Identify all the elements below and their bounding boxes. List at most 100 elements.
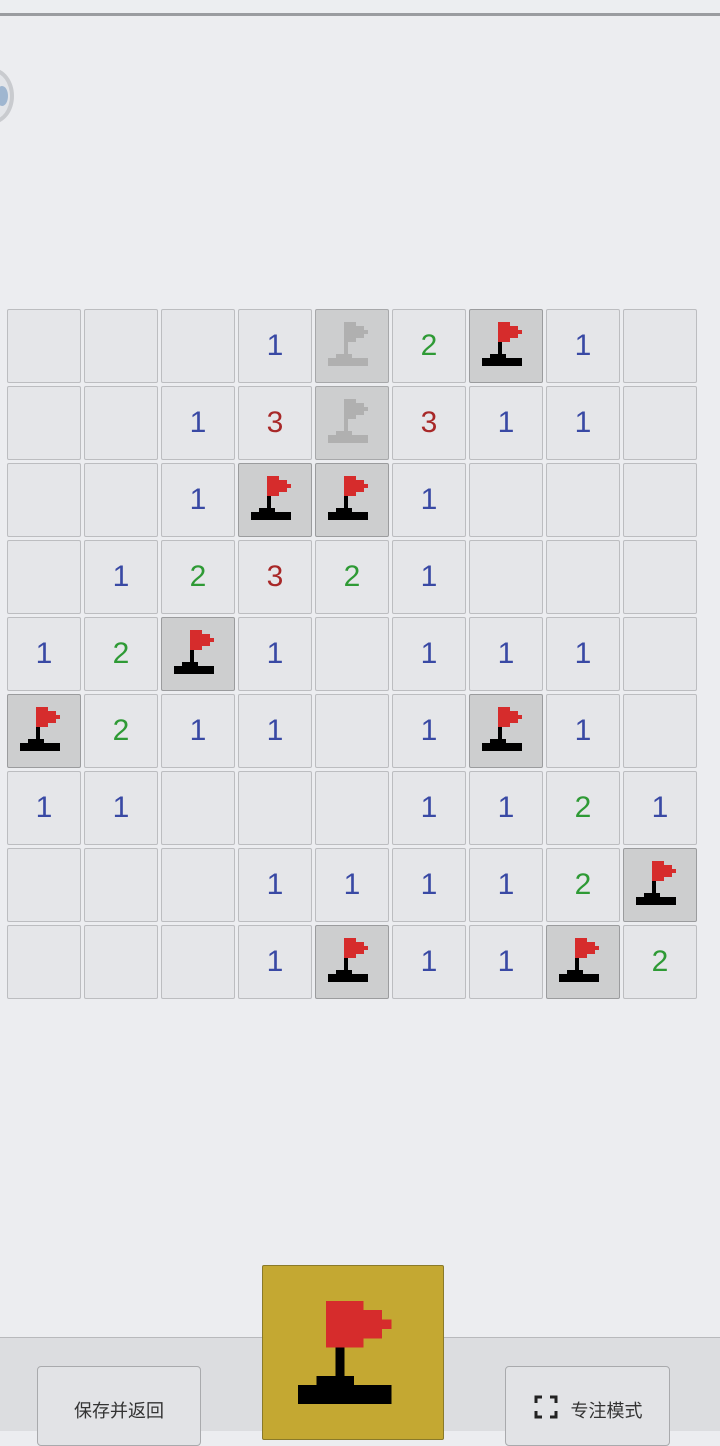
cell-number[interactable]: 3 bbox=[238, 540, 312, 614]
cell-empty[interactable] bbox=[7, 309, 81, 383]
cell-flagged[interactable] bbox=[623, 848, 697, 922]
cell-empty[interactable] bbox=[315, 617, 389, 691]
flag-icon bbox=[328, 938, 368, 982]
cell-empty[interactable] bbox=[546, 463, 620, 537]
cell-flag-hint[interactable] bbox=[315, 309, 389, 383]
cell-number[interactable]: 1 bbox=[161, 694, 235, 768]
cell-empty[interactable] bbox=[546, 540, 620, 614]
cell-number[interactable]: 1 bbox=[546, 386, 620, 460]
cell-empty[interactable] bbox=[84, 463, 158, 537]
cell-flagged[interactable] bbox=[469, 309, 543, 383]
save-and-return-button[interactable]: 保存并返回 bbox=[37, 1366, 201, 1446]
cell-empty[interactable] bbox=[315, 771, 389, 845]
top-bar bbox=[0, 0, 720, 16]
flag-mode-button[interactable] bbox=[262, 1265, 444, 1440]
flag-icon bbox=[251, 476, 291, 520]
cell-flagged[interactable] bbox=[315, 463, 389, 537]
cell-number[interactable]: 1 bbox=[238, 848, 312, 922]
cell-empty[interactable] bbox=[7, 925, 81, 999]
cell-number[interactable]: 1 bbox=[623, 771, 697, 845]
cell-number[interactable]: 1 bbox=[392, 771, 466, 845]
focus-mode-button[interactable]: 专注模式 bbox=[505, 1366, 670, 1446]
cell-empty[interactable] bbox=[238, 771, 312, 845]
cell-number[interactable]: 1 bbox=[238, 617, 312, 691]
cell-empty[interactable] bbox=[161, 309, 235, 383]
cell-number[interactable]: 1 bbox=[392, 848, 466, 922]
cell-number[interactable]: 1 bbox=[7, 617, 81, 691]
cell-number[interactable]: 1 bbox=[546, 694, 620, 768]
fullscreen-icon bbox=[534, 1395, 557, 1419]
cell-number[interactable]: 1 bbox=[392, 463, 466, 537]
cell-flagged[interactable] bbox=[315, 925, 389, 999]
flag-hint-icon bbox=[328, 322, 368, 366]
cell-empty[interactable] bbox=[161, 925, 235, 999]
side-dial-icon[interactable] bbox=[0, 68, 14, 124]
cell-number[interactable]: 2 bbox=[84, 694, 158, 768]
flag-icon bbox=[328, 476, 368, 520]
cell-empty[interactable] bbox=[469, 463, 543, 537]
cell-empty[interactable] bbox=[623, 463, 697, 537]
flag-icon bbox=[174, 630, 214, 674]
cell-number[interactable]: 1 bbox=[469, 848, 543, 922]
flag-icon bbox=[482, 322, 522, 366]
cell-number[interactable]: 1 bbox=[469, 617, 543, 691]
cell-number[interactable]: 1 bbox=[392, 694, 466, 768]
cell-empty[interactable] bbox=[315, 694, 389, 768]
cell-empty[interactable] bbox=[623, 386, 697, 460]
cell-empty[interactable] bbox=[623, 540, 697, 614]
cell-empty[interactable] bbox=[469, 540, 543, 614]
cell-number[interactable]: 3 bbox=[238, 386, 312, 460]
flag-icon bbox=[636, 861, 676, 905]
cell-empty[interactable] bbox=[7, 463, 81, 537]
cell-empty[interactable] bbox=[7, 848, 81, 922]
cell-number[interactable]: 1 bbox=[238, 925, 312, 999]
cell-empty[interactable] bbox=[161, 771, 235, 845]
cell-number[interactable]: 1 bbox=[161, 386, 235, 460]
cell-number[interactable]: 1 bbox=[546, 617, 620, 691]
cell-number[interactable]: 3 bbox=[392, 386, 466, 460]
flag-icon bbox=[20, 707, 60, 751]
cell-number[interactable]: 1 bbox=[392, 617, 466, 691]
cell-flagged[interactable] bbox=[469, 694, 543, 768]
cell-number[interactable]: 1 bbox=[315, 848, 389, 922]
cell-number[interactable]: 2 bbox=[546, 771, 620, 845]
cell-number[interactable]: 1 bbox=[546, 309, 620, 383]
cell-number[interactable]: 1 bbox=[238, 694, 312, 768]
flag-hint-icon bbox=[328, 399, 368, 443]
cell-flagged[interactable] bbox=[546, 925, 620, 999]
cell-number[interactable]: 1 bbox=[7, 771, 81, 845]
cell-number[interactable]: 2 bbox=[315, 540, 389, 614]
cell-number[interactable]: 2 bbox=[623, 925, 697, 999]
game-board: 1211331111123211211112111111112111112111… bbox=[7, 309, 702, 1004]
cell-empty[interactable] bbox=[84, 848, 158, 922]
cell-number[interactable]: 1 bbox=[469, 386, 543, 460]
cell-flagged[interactable] bbox=[161, 617, 235, 691]
cell-empty[interactable] bbox=[84, 386, 158, 460]
save-and-return-label: 保存并返回 bbox=[74, 1401, 164, 1421]
flag-icon bbox=[559, 938, 599, 982]
cell-number[interactable]: 1 bbox=[469, 925, 543, 999]
cell-number[interactable]: 2 bbox=[161, 540, 235, 614]
cell-flagged[interactable] bbox=[7, 694, 81, 768]
cell-empty[interactable] bbox=[84, 309, 158, 383]
cell-flag-hint[interactable] bbox=[315, 386, 389, 460]
cell-empty[interactable] bbox=[161, 848, 235, 922]
cell-empty[interactable] bbox=[7, 540, 81, 614]
cell-empty[interactable] bbox=[7, 386, 81, 460]
cell-number[interactable]: 1 bbox=[84, 540, 158, 614]
cell-number[interactable]: 2 bbox=[546, 848, 620, 922]
cell-flagged[interactable] bbox=[238, 463, 312, 537]
cell-number[interactable]: 1 bbox=[161, 463, 235, 537]
cell-empty[interactable] bbox=[623, 617, 697, 691]
cell-number[interactable]: 2 bbox=[84, 617, 158, 691]
cell-number[interactable]: 2 bbox=[392, 309, 466, 383]
cell-empty[interactable] bbox=[84, 925, 158, 999]
cell-number[interactable]: 1 bbox=[469, 771, 543, 845]
cell-number[interactable]: 1 bbox=[84, 771, 158, 845]
cell-number[interactable]: 1 bbox=[392, 540, 466, 614]
flag-icon bbox=[482, 707, 522, 751]
cell-number[interactable]: 1 bbox=[238, 309, 312, 383]
cell-empty[interactable] bbox=[623, 309, 697, 383]
cell-number[interactable]: 1 bbox=[392, 925, 466, 999]
cell-empty[interactable] bbox=[623, 694, 697, 768]
